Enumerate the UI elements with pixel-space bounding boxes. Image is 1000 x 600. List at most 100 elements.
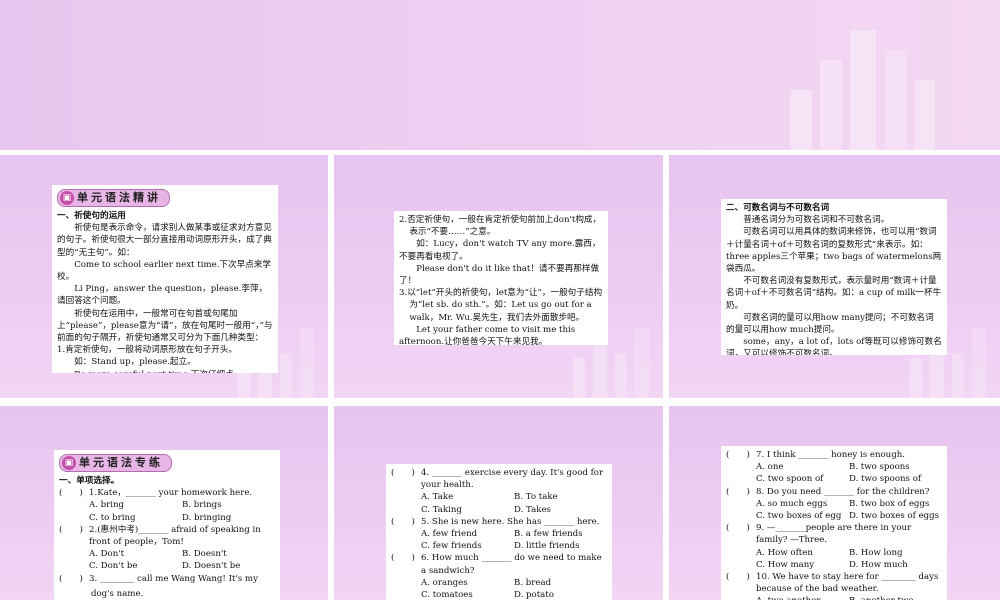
option[interactable]: D. two boxes of eggs xyxy=(849,510,942,522)
option[interactable]: D. Takes xyxy=(514,504,607,516)
section-heading: 一、单项选择。 xyxy=(59,476,120,486)
text-line: some，any，a lot of，lots of等既可以修饰可数名词，又可以修… xyxy=(726,337,942,355)
section-banner: ▣ 单元语法精讲 xyxy=(57,189,170,207)
question-item: ( ) 6. How much _______ do we need to mak… xyxy=(391,552,607,576)
question-item: ( ) 3. ________ call me Wang Wang! It's m… xyxy=(59,573,275,585)
question-text: 3. ________ call me Wang Wang! It's my xyxy=(89,573,258,584)
grammar-card: 二、可数名词与不可数名词普通名词分为可数名词和不可数名词。 可数名词可以用具体的数… xyxy=(721,199,947,355)
answer-blank[interactable]: ( ) xyxy=(391,516,421,528)
answer-blank[interactable]: ( ) xyxy=(726,522,756,546)
question-item: ( ) 9. —_______people are there in your f… xyxy=(726,522,942,546)
banner-title: 单元语法专练 xyxy=(79,455,163,469)
option[interactable]: B. two box of eggs xyxy=(849,498,942,510)
book-icon: ▣ xyxy=(60,191,74,205)
text-line: Please don't do it like that！请不要再那样做了！ xyxy=(399,263,600,287)
question-text: 2.(惠州中考)_______ afraid of speaking in fr… xyxy=(89,524,261,548)
text-line: 祈使句是表示命令，请求别人做某事或征求对方意见的句子。祈使句很大一部分直接用动词… xyxy=(57,223,272,258)
option[interactable]: B. bread xyxy=(514,577,607,589)
option[interactable]: C. two spoon of xyxy=(756,473,849,485)
answer-blank[interactable]: ( ) xyxy=(391,467,421,491)
option[interactable]: A. How often xyxy=(756,547,849,559)
option[interactable]: A. Don't xyxy=(89,548,182,560)
option[interactable]: B. Doesn't xyxy=(182,548,275,560)
answer-blank[interactable]: ( ) xyxy=(59,573,89,585)
slide-5[interactable]: ( ) 4. _______ exercise every day. It's g… xyxy=(334,406,663,600)
decorative-bars xyxy=(790,30,935,150)
question-text: 6. How much _______ do we need to make a… xyxy=(421,553,602,576)
option[interactable]: B. two spoons xyxy=(849,461,942,473)
text-line: 可数名词的量可以用how many提问；不可数名词的量可以用how much提问… xyxy=(726,312,934,336)
option[interactable]: B. How long xyxy=(849,547,942,559)
option[interactable]: D. potato xyxy=(514,589,607,600)
option[interactable]: A. Take xyxy=(421,491,514,503)
text-line: 可数名词可以用具体的数词来修饰，也可以用“数词＋计量名词＋of＋可数名词的复数形… xyxy=(726,227,942,275)
option[interactable]: D. bringing xyxy=(182,512,275,524)
exercise-card: ▣ 单元语法专练 一、单项选择。 ( ) 1.Kate，_______ your … xyxy=(54,450,280,600)
overflow-line: dog's name. xyxy=(86,587,230,600)
text-line: 一、祈使句的运用 xyxy=(57,211,126,221)
question-text: 5. She is new here. She has _______ here… xyxy=(421,516,600,527)
question-text: 4. _______ exercise every day. It's good… xyxy=(421,468,604,491)
banner-title: 单元语法精讲 xyxy=(77,190,161,204)
option[interactable]: C. Taking xyxy=(421,504,514,516)
option[interactable]: A. oranges xyxy=(421,577,514,589)
options: A. so much eggs B. two box of eggs C. two … xyxy=(726,498,942,522)
text-line: Let your father come to visit me this af… xyxy=(399,324,576,345)
answer-blank[interactable]: ( ) xyxy=(59,487,89,499)
option[interactable]: D. How much xyxy=(849,559,942,571)
exercise-card: ( ) 4. _______ exercise every day. It's g… xyxy=(386,464,612,600)
option[interactable]: A. bring xyxy=(89,499,182,511)
grammar-card: ▣ 单元语法精讲 一、祈使句的运用祈使句是表示命令，请求别人做某事或征求对方意见… xyxy=(52,185,278,373)
option[interactable]: A. so much eggs xyxy=(756,498,849,510)
option[interactable]: B. a few friends xyxy=(514,528,607,540)
option[interactable]: C. two boxes of egg xyxy=(756,510,849,522)
option[interactable]: A. few friend xyxy=(421,528,514,540)
slide-4[interactable]: ▣ 单元语法专练 一、单项选择。 ( ) 1.Kate，_______ your … xyxy=(0,406,328,600)
option[interactable]: D. little friends xyxy=(514,540,607,552)
answer-blank[interactable]: ( ) xyxy=(726,486,756,498)
options: A. oranges B. bread C. tomatoes D. potato xyxy=(391,577,607,600)
text-line: 祈使句在运用中，一般常可在句首或句尾加上“please”，please意为“请”… xyxy=(57,308,273,344)
option[interactable]: B. brings xyxy=(182,499,275,511)
question-item: ( ) 8. Do you need _______ for the childr… xyxy=(726,486,942,498)
slide-6[interactable]: ( ) 7. I think _______ honey is enough. A.… xyxy=(669,406,1000,600)
options: A. Don't B. Doesn't C. Don't be D. Doesn't … xyxy=(59,548,275,572)
answer-blank[interactable]: ( ) xyxy=(726,571,756,595)
answer-blank[interactable]: ( ) xyxy=(391,552,421,576)
option[interactable]: B. another two xyxy=(849,595,942,600)
option[interactable]: C. few friends xyxy=(421,540,514,552)
text-line: 普通名词分为可数名词和不可数名词。 xyxy=(743,215,890,226)
options: A. few friend B. a few friends C. few frie… xyxy=(391,528,607,552)
slide-2[interactable]: 2.否定祈使句，一般在肯定祈使句前加上don't构成，表示“不要……”之意。 如：… xyxy=(334,155,663,398)
question-text: 8. Do you need _______ for the children? xyxy=(756,486,930,497)
option[interactable]: D. Doesn't be xyxy=(182,560,275,572)
slide-1[interactable]: ▣ 单元语法精讲 一、祈使句的运用祈使句是表示命令，请求别人做某事或征求对方意见… xyxy=(0,155,328,398)
text-line: Come to school earlier next time.下次早点来学校… xyxy=(57,259,271,283)
text-line: 二、可数名词与不可数名词 xyxy=(726,203,830,213)
options: A. two anotherB. another two xyxy=(726,595,942,600)
option[interactable]: C. tomatoes xyxy=(421,589,514,600)
option[interactable]: C. to bring xyxy=(89,512,182,524)
option[interactable]: B. To take xyxy=(514,491,607,503)
text-line: 3.以“let”开头的祈使句，let意为“让”，一般句子结构为“let sb. … xyxy=(399,288,603,323)
text-line: Li Ping，answer the question，please.李萍，请回… xyxy=(57,284,268,307)
option[interactable]: C. How many xyxy=(756,559,849,571)
text-line: 2.否定祈使句，一般在肯定祈使句前加上don't构成，表示“不要……”之意。 xyxy=(399,215,602,238)
options: A. bring B. brings C. to bring D. bringing xyxy=(59,499,275,523)
option[interactable]: A. two another xyxy=(756,595,849,600)
question-item: ( ) 1.Kate，_______ your homework here. xyxy=(59,487,275,499)
option[interactable]: D. two spoons of xyxy=(849,473,942,485)
text-line: 如：Lucy，don't watch TV any more.露西，不要再看电视… xyxy=(399,239,601,262)
options: A. How often B. How long C. How many D. How… xyxy=(726,547,942,571)
option[interactable]: A. one xyxy=(756,461,849,473)
slide-3[interactable]: 二、可数名词与不可数名词普通名词分为可数名词和不可数名词。 可数名词可以用具体的数… xyxy=(669,155,1000,398)
grammar-card: 2.否定祈使句，一般在肯定祈使句前加上don't构成，表示“不要……”之意。 如：… xyxy=(394,211,608,345)
question-text: 1.Kate，_______ your homework here. xyxy=(89,488,253,499)
option[interactable]: C. Don't be xyxy=(89,560,182,572)
top-slide-strip xyxy=(0,0,1000,150)
text-line: 不可数名词没有复数形式，表示量时用“数词＋计量名词＋of＋不可数名词”结构。如：… xyxy=(726,276,942,311)
question-text: 10. We have to stay here for ________ da… xyxy=(756,572,939,595)
answer-blank[interactable]: ( ) xyxy=(726,449,756,461)
section-banner: ▣ 单元语法专练 xyxy=(59,454,172,472)
answer-blank[interactable]: ( ) xyxy=(59,524,89,548)
